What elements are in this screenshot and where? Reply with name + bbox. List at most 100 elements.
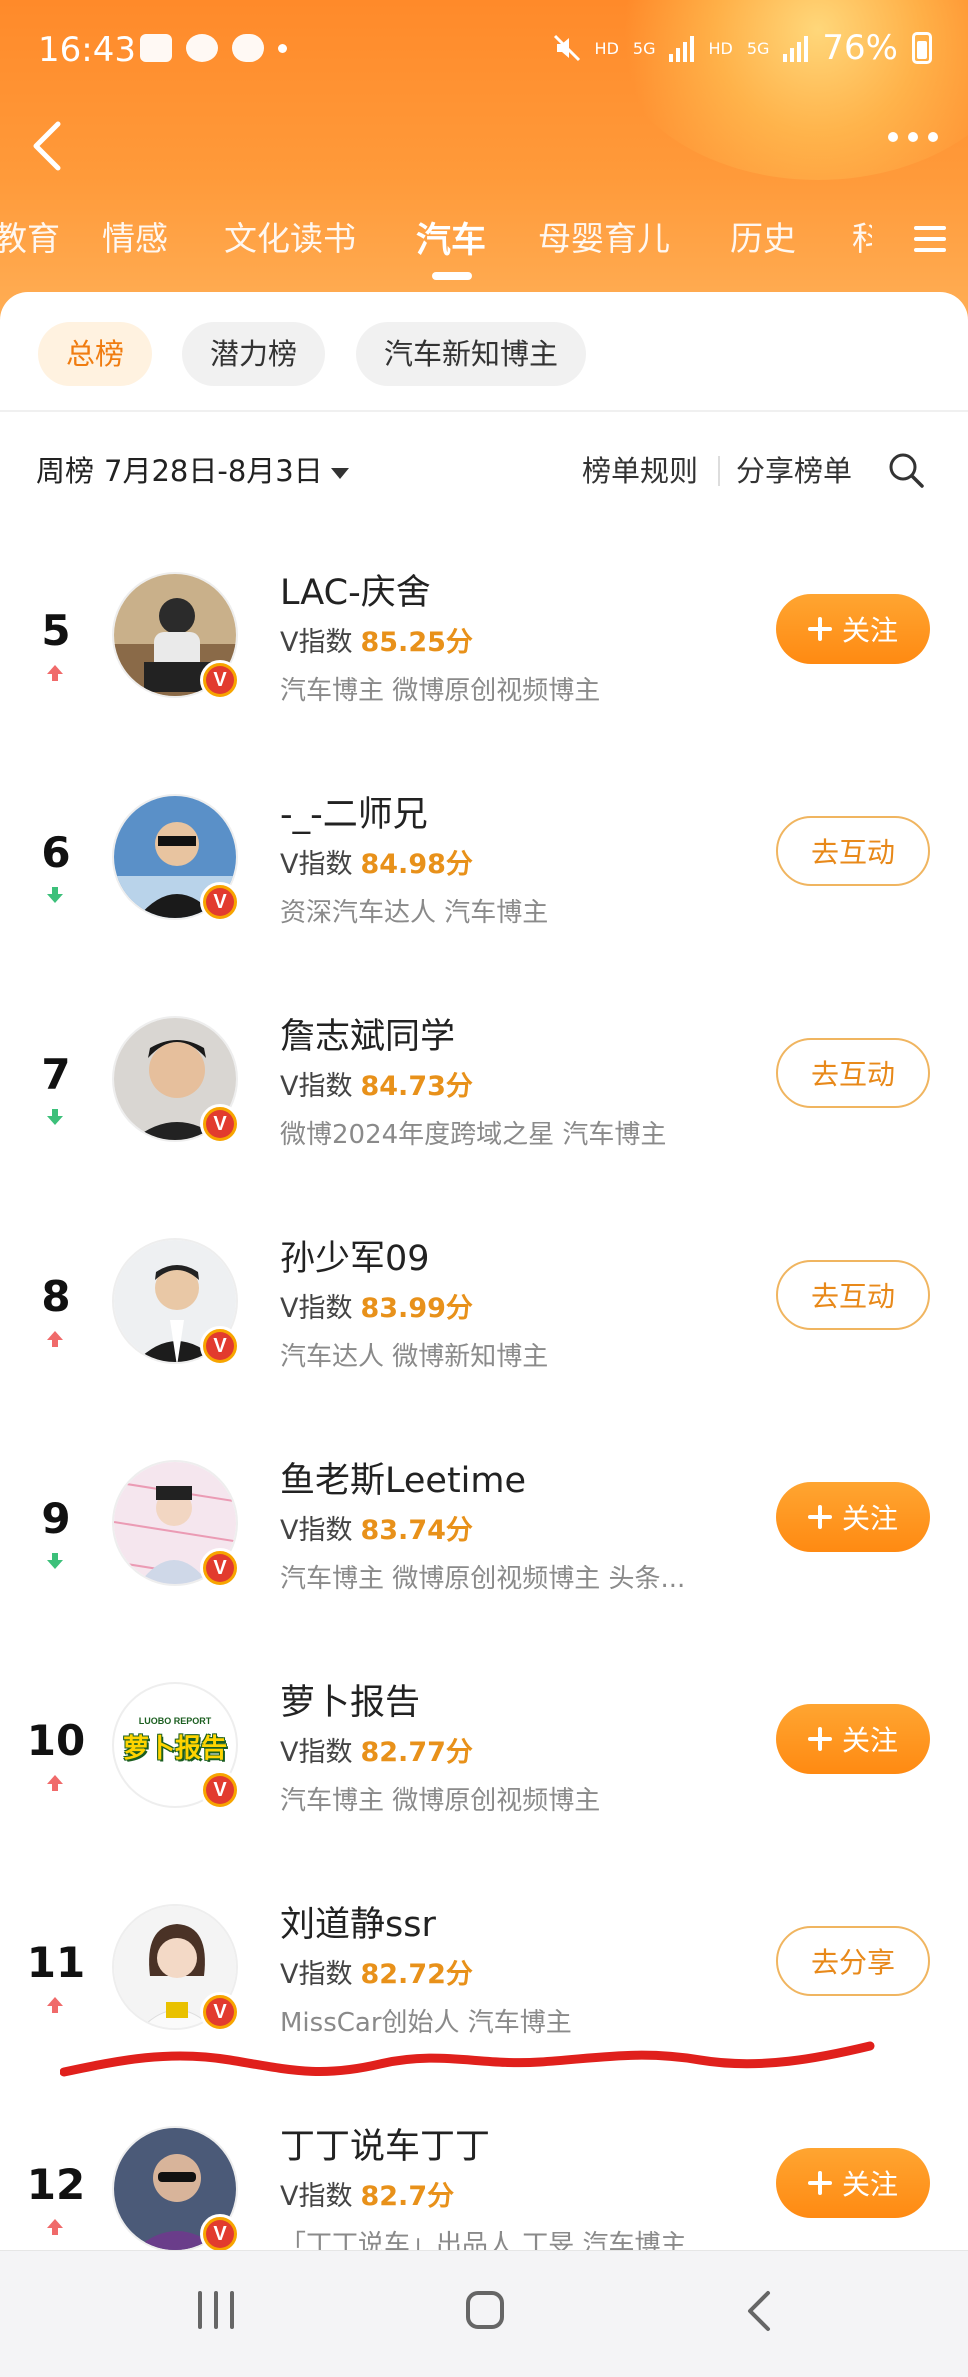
follow-button-label: 关注 bbox=[841, 2168, 898, 2201]
separator bbox=[718, 456, 720, 486]
back-icon[interactable] bbox=[24, 116, 74, 176]
plus-icon bbox=[807, 617, 832, 641]
v-index-label: V指数 bbox=[280, 2181, 353, 2212]
system-nav-bar bbox=[0, 2250, 968, 2377]
v-index-value: 82.77分 bbox=[360, 1737, 473, 1768]
menu-icon[interactable] bbox=[910, 222, 950, 256]
verified-badge-icon: V bbox=[200, 2214, 240, 2254]
follow-button-label: 关注 bbox=[841, 614, 898, 647]
filter-row: 周榜 7月28日-8月3日 榜单规则 分享榜单 bbox=[36, 448, 936, 498]
rank-number: 9 bbox=[41, 1494, 71, 1543]
follow-button[interactable]: 关注 bbox=[776, 594, 930, 664]
search-icon[interactable] bbox=[886, 450, 926, 490]
blogger-name[interactable]: 鱼老斯Leetime bbox=[280, 1452, 526, 1503]
header: 16:43 HD 5G HD 5G 76% 教育 情感 文化读书 汽车 母婴育儿… bbox=[0, 0, 968, 320]
v-index: V指数 83.99分 bbox=[280, 1286, 473, 1325]
v-index: V指数 83.74分 bbox=[280, 1508, 473, 1547]
caret-down-icon bbox=[330, 467, 349, 479]
system-back-icon[interactable] bbox=[740, 2287, 780, 2335]
subtab-potential[interactable]: 潜力榜 bbox=[182, 322, 326, 386]
hd-label-2: HD bbox=[708, 38, 733, 58]
v-index-value: 84.73分 bbox=[360, 1071, 473, 1102]
rank-number: 8 bbox=[41, 1272, 71, 1321]
tab-education[interactable]: 教育 bbox=[0, 212, 60, 260]
5g-label-2: 5G bbox=[746, 38, 770, 58]
signal-icon-1 bbox=[669, 34, 695, 62]
trend-down-icon bbox=[47, 887, 63, 903]
plus-icon bbox=[807, 1727, 832, 1751]
blogger-name[interactable]: 丁丁说车丁丁 bbox=[280, 2118, 490, 2169]
v-index-label: V指数 bbox=[280, 1959, 353, 1990]
blogger-tags: 汽车达人 微博新知博主 bbox=[280, 1342, 549, 1372]
interact-button[interactable]: 去互动 bbox=[776, 1038, 930, 1108]
category-tabs: 教育 情感 文化读书 汽车 母婴育儿 历史 科 bbox=[0, 212, 900, 272]
ranking-row[interactable]: 10 LUOBO REPORT 萝卜报告 V 萝卜报告 V指数 82.77分 汽车… bbox=[0, 1670, 968, 1870]
trend-up-icon bbox=[47, 1997, 63, 2013]
blogger-tags: 汽车博主 微博原创视频博主 bbox=[280, 676, 601, 706]
v-index: V指数 84.73分 bbox=[280, 1064, 473, 1103]
trend-down-icon bbox=[47, 1109, 63, 1125]
status-bar: 16:43 HD 5G HD 5G 76% bbox=[0, 0, 968, 100]
blogger-tags: 微博2024年度跨域之星 汽车博主 bbox=[280, 1120, 667, 1150]
gallery-notification-icon bbox=[140, 34, 172, 62]
verified-badge-icon: V bbox=[200, 1326, 240, 1366]
period-date: 7月28日-8月3日 bbox=[104, 454, 323, 488]
follow-button[interactable]: 关注 bbox=[776, 1704, 930, 1774]
v-index-value: 85.25分 bbox=[360, 627, 473, 658]
blogger-name[interactable]: 詹志斌同学 bbox=[280, 1008, 455, 1059]
tab-auto[interactable]: 汽车 bbox=[416, 212, 486, 263]
weibo-notification-icon bbox=[186, 34, 218, 62]
home-icon[interactable] bbox=[466, 2291, 504, 2329]
v-index: V指数 82.7分 bbox=[280, 2174, 454, 2213]
trend-up-icon bbox=[47, 665, 63, 681]
rules-link[interactable]: 榜单规则 bbox=[582, 448, 698, 490]
subtab-new-knowledge[interactable]: 汽车新知博主 bbox=[356, 322, 587, 386]
v-index-value: 82.7分 bbox=[360, 2181, 455, 2212]
follow-button[interactable]: 关注 bbox=[776, 2148, 930, 2218]
v-index: V指数 85.25分 bbox=[280, 620, 473, 659]
ranking-row[interactable]: 7 V 詹志斌同学 V指数 84.73分 微博2024年度跨域之星 汽车博主 去互… bbox=[0, 1004, 968, 1204]
v-index-label: V指数 bbox=[280, 627, 353, 658]
subtab-overall[interactable]: 总榜 bbox=[38, 322, 153, 386]
tab-emotion[interactable]: 情感 bbox=[102, 212, 168, 260]
follow-button-label: 关注 bbox=[841, 1502, 898, 1535]
verified-badge-icon: V bbox=[200, 882, 240, 922]
logo-subtext: LUOBO REPORT bbox=[138, 1716, 212, 1726]
interact-button[interactable]: 去互动 bbox=[776, 816, 930, 886]
blogger-tags: MissCar创始人 汽车博主 bbox=[280, 2008, 572, 2038]
more-icon[interactable] bbox=[888, 132, 938, 142]
period-label: 周榜 bbox=[36, 454, 95, 488]
verified-badge-icon: V bbox=[200, 1770, 240, 1810]
red-annotation-line bbox=[60, 2041, 875, 2077]
blogger-name[interactable]: 萝卜报告 bbox=[280, 1674, 420, 1725]
blogger-name[interactable]: 刘道静ssr bbox=[280, 1896, 436, 1947]
logo-text: 萝卜报告 bbox=[122, 1734, 227, 1764]
tab-history[interactable]: 历史 bbox=[730, 212, 796, 260]
trend-up-icon bbox=[47, 2219, 63, 2235]
interact-button[interactable]: 去互动 bbox=[776, 1260, 930, 1330]
tab-partial[interactable]: 科 bbox=[852, 212, 872, 260]
share-button[interactable]: 去分享 bbox=[776, 1926, 930, 1996]
ranking-row[interactable]: 9 V 鱼老斯Leetime V指数 83.74分 汽车博主 微博原创视频博主 头… bbox=[0, 1448, 968, 1648]
v-index-label: V指数 bbox=[280, 1515, 353, 1546]
trend-up-icon bbox=[47, 1331, 63, 1347]
tab-culture-reading[interactable]: 文化读书 bbox=[224, 212, 356, 260]
share-ranking-link[interactable]: 分享榜单 bbox=[736, 448, 852, 490]
follow-button[interactable]: 关注 bbox=[776, 1482, 930, 1552]
blogger-name[interactable]: LAC-庆舍 bbox=[280, 564, 431, 615]
blogger-name[interactable]: -_-二师兄 bbox=[280, 786, 428, 837]
recent-apps-icon[interactable] bbox=[196, 2291, 238, 2331]
active-tab-indicator bbox=[432, 272, 472, 280]
period-selector[interactable]: 周榜 7月28日-8月3日 bbox=[36, 448, 349, 490]
ranking-row[interactable]: 6 V -_-二师兄 V指数 84.98分 资深汽车达人 汽车博主 去互动 bbox=[0, 782, 968, 982]
verified-badge-icon: V bbox=[200, 1104, 240, 1144]
blogger-tags: 汽车博主 微博原创视频博主 头条... bbox=[280, 1564, 686, 1594]
notification-icons bbox=[140, 34, 287, 62]
blogger-name[interactable]: 孙少军09 bbox=[280, 1230, 430, 1281]
ranking-row[interactable]: 8 V 孙少军09 V指数 83.99分 汽车达人 微博新知博主 去互动 bbox=[0, 1226, 968, 1426]
ranking-row[interactable]: 5 V LAC-庆舍 V指数 85.25分 汽车博主 微博原创视频博主 关注 bbox=[0, 560, 968, 760]
tab-parenting[interactable]: 母婴育儿 bbox=[538, 212, 670, 260]
signal-icon-2 bbox=[783, 34, 809, 62]
v-index-label: V指数 bbox=[280, 1737, 353, 1768]
battery-icon bbox=[912, 32, 932, 64]
